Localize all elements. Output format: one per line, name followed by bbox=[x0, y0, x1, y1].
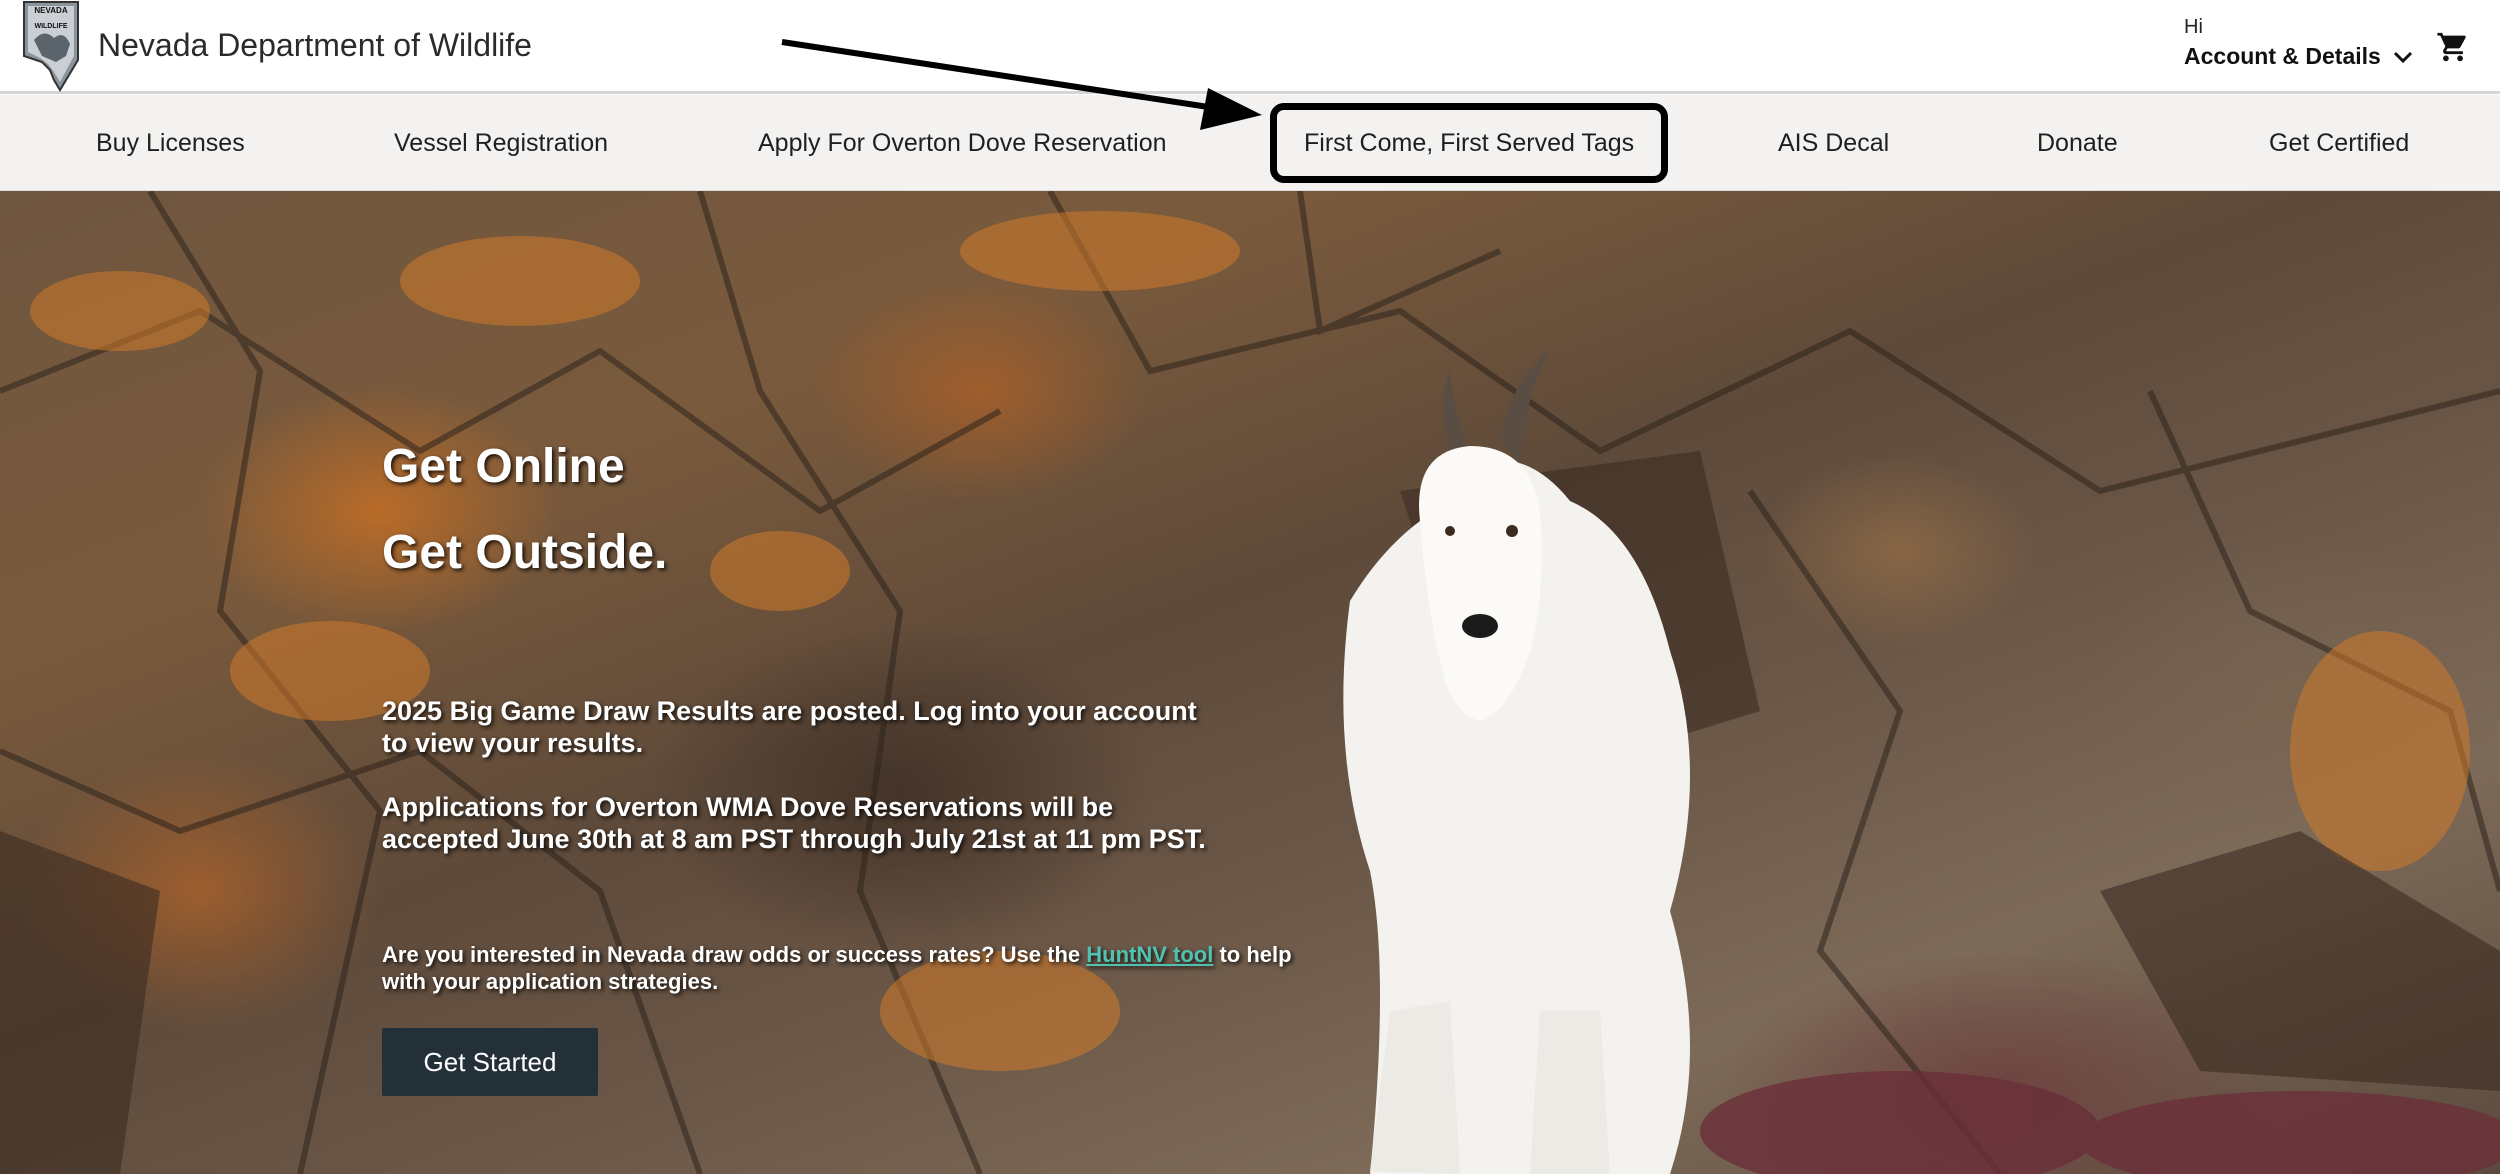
hero-heading-line1: Get Online bbox=[382, 440, 625, 493]
site-header: NEVADA WILDLIFE Nevada Department of Wil… bbox=[0, 0, 2500, 94]
nav-vessel-registration[interactable]: Vessel Registration bbox=[394, 95, 608, 191]
nav-donate[interactable]: Donate bbox=[2037, 95, 2118, 191]
cart-icon[interactable] bbox=[2436, 30, 2470, 64]
huntnv-text-before: Are you interested in Nevada draw odds o… bbox=[382, 942, 1087, 967]
ndow-logo[interactable]: NEVADA WILDLIFE bbox=[20, 0, 82, 92]
account-greeting: Hi bbox=[2184, 16, 2203, 38]
nav-apply-overton-dove[interactable]: Apply For Overton Dove Reservation bbox=[758, 95, 1167, 191]
site-title[interactable]: Nevada Department of Wildlife bbox=[98, 27, 532, 64]
announcement-dove-reservations: Applications for Overton WMA Dove Reserv… bbox=[382, 792, 1206, 854]
nav-first-come-first-served-tags[interactable]: First Come, First Served Tags bbox=[1270, 103, 1669, 183]
nav-get-certified[interactable]: Get Certified bbox=[2269, 95, 2409, 191]
svg-text:NEVADA: NEVADA bbox=[34, 6, 67, 15]
chevron-down-icon bbox=[2393, 51, 2412, 63]
account-label: Account & Details bbox=[2184, 43, 2381, 69]
account-menu[interactable]: Hi Account & Details bbox=[2184, 16, 2413, 70]
hero-banner: Get Online Get Outside. 2025 Big Game Dr… bbox=[0, 191, 2500, 1174]
get-started-button[interactable]: Get Started bbox=[382, 1028, 598, 1096]
mountain-goat-image bbox=[1343, 351, 1690, 1174]
huntnv-tool-link[interactable]: HuntNV tool bbox=[1086, 942, 1213, 967]
svg-text:WILDLIFE: WILDLIFE bbox=[34, 23, 67, 30]
nav-ais-decal[interactable]: AIS Decal bbox=[1778, 95, 1889, 191]
hero-heading-line2: Get Outside. bbox=[382, 526, 668, 579]
account-details-toggle[interactable]: Account & Details bbox=[2184, 43, 2413, 70]
main-nav: Buy Licenses Vessel Registration Apply F… bbox=[0, 95, 2500, 191]
huntnv-promo-text: Are you interested in Nevada draw odds o… bbox=[382, 941, 1322, 995]
nav-buy-licenses[interactable]: Buy Licenses bbox=[96, 95, 245, 191]
announcement-draw-results: 2025 Big Game Draw Results are posted. L… bbox=[382, 696, 1197, 758]
